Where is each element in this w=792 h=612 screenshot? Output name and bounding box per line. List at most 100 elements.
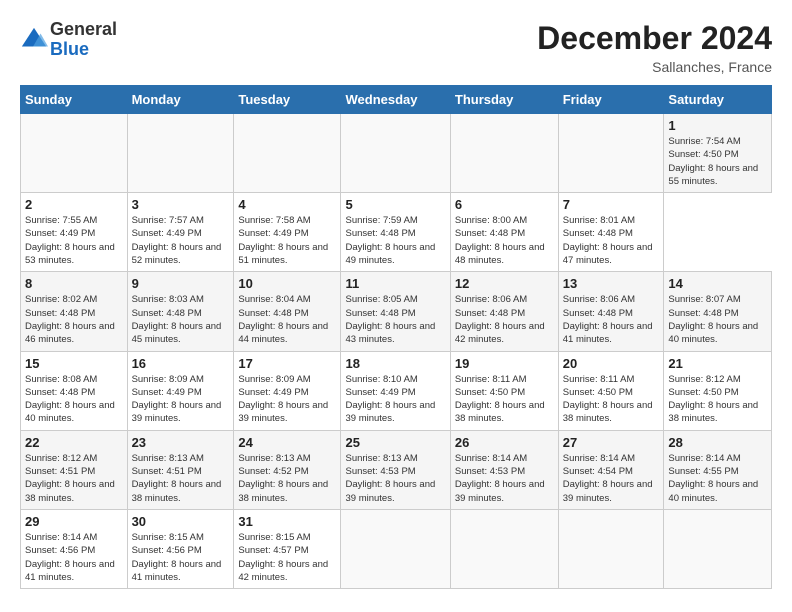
day-info: Sunrise: 7:55 AMSunset: 4:49 PMDaylight:… — [25, 214, 123, 267]
day-info: Sunrise: 8:06 AMSunset: 4:48 PMDaylight:… — [455, 293, 554, 346]
day-info: Sunrise: 8:14 AMSunset: 4:56 PMDaylight:… — [25, 531, 123, 584]
day-number: 31 — [238, 514, 336, 529]
day-info: Sunrise: 8:08 AMSunset: 4:48 PMDaylight:… — [25, 373, 123, 426]
day-info: Sunrise: 7:54 AMSunset: 4:50 PMDaylight:… — [668, 135, 767, 188]
logo-icon — [20, 26, 48, 54]
day-number: 2 — [25, 197, 123, 212]
calendar-day-cell: 15 Sunrise: 8:08 AMSunset: 4:48 PMDayligh… — [21, 351, 128, 430]
day-info: Sunrise: 7:58 AMSunset: 4:49 PMDaylight:… — [238, 214, 336, 267]
day-number: 14 — [668, 276, 767, 291]
day-info: Sunrise: 8:13 AMSunset: 4:51 PMDaylight:… — [132, 452, 230, 505]
calendar-header-row: SundayMondayTuesdayWednesdayThursdayFrid… — [21, 86, 772, 114]
day-info: Sunrise: 8:13 AMSunset: 4:53 PMDaylight:… — [345, 452, 445, 505]
day-of-week-header: Thursday — [450, 86, 558, 114]
calendar-day-cell: 19 Sunrise: 8:11 AMSunset: 4:50 PMDayligh… — [450, 351, 558, 430]
day-info: Sunrise: 8:01 AMSunset: 4:48 PMDaylight:… — [563, 214, 660, 267]
calendar-day-cell: 18 Sunrise: 8:10 AMSunset: 4:49 PMDayligh… — [341, 351, 450, 430]
day-of-week-header: Monday — [127, 86, 234, 114]
logo: General Blue — [20, 20, 117, 60]
day-info: Sunrise: 8:02 AMSunset: 4:48 PMDaylight:… — [25, 293, 123, 346]
calendar-day-cell: 24 Sunrise: 8:13 AMSunset: 4:52 PMDayligh… — [234, 430, 341, 509]
day-info: Sunrise: 8:15 AMSunset: 4:56 PMDaylight:… — [132, 531, 230, 584]
calendar-day-cell: 8Sunrise: 8:02 AMSunset: 4:48 PMDaylight… — [21, 272, 128, 351]
calendar-empty-cell — [558, 114, 664, 193]
day-info: Sunrise: 8:15 AMSunset: 4:57 PMDaylight:… — [238, 531, 336, 584]
calendar-empty-cell — [234, 114, 341, 193]
day-number: 11 — [345, 276, 445, 291]
day-number: 15 — [25, 356, 123, 371]
calendar-week-row: 8Sunrise: 8:02 AMSunset: 4:48 PMDaylight… — [21, 272, 772, 351]
calendar-day-cell: 16Sunrise: 8:09 AMSunset: 4:49 PMDayligh… — [127, 351, 234, 430]
day-number: 1 — [668, 118, 767, 133]
calendar-empty-cell — [664, 509, 772, 588]
day-info: Sunrise: 8:12 AMSunset: 4:51 PMDaylight:… — [25, 452, 123, 505]
calendar-week-row: 15 Sunrise: 8:08 AMSunset: 4:48 PMDayligh… — [21, 351, 772, 430]
day-info: Sunrise: 8:09 AMSunset: 4:49 PMDaylight:… — [132, 373, 230, 426]
day-info: Sunrise: 8:13 AMSunset: 4:52 PMDaylight:… — [238, 452, 336, 505]
day-number: 19 — [455, 356, 554, 371]
calendar-empty-cell — [450, 114, 558, 193]
calendar-day-cell: 4Sunrise: 7:58 AMSunset: 4:49 PMDaylight… — [234, 193, 341, 272]
day-info: Sunrise: 8:03 AMSunset: 4:48 PMDaylight:… — [132, 293, 230, 346]
day-info: Sunrise: 7:57 AMSunset: 4:49 PMDaylight:… — [132, 214, 230, 267]
day-of-week-header: Friday — [558, 86, 664, 114]
day-number: 10 — [238, 276, 336, 291]
calendar-empty-cell — [558, 509, 664, 588]
calendar-day-cell: 23 Sunrise: 8:13 AMSunset: 4:51 PMDayligh… — [127, 430, 234, 509]
day-number: 17 — [238, 356, 336, 371]
calendar-day-cell: 27Sunrise: 8:14 AMSunset: 4:54 PMDayligh… — [558, 430, 664, 509]
day-number: 6 — [455, 197, 554, 212]
calendar-week-row: 1 Sunrise: 7:54 AMSunset: 4:50 PMDaylight… — [21, 114, 772, 193]
title-block: December 2024 Sallanches, France — [537, 20, 772, 75]
logo-general: General — [50, 20, 117, 40]
day-info: Sunrise: 8:11 AMSunset: 4:50 PMDaylight:… — [563, 373, 660, 426]
day-number: 21 — [668, 356, 767, 371]
calendar-day-cell: 2 Sunrise: 7:55 AMSunset: 4:49 PMDaylight… — [21, 193, 128, 272]
day-number: 27 — [563, 435, 660, 450]
day-number: 24 — [238, 435, 336, 450]
calendar-day-cell: 28Sunrise: 8:14 AMSunset: 4:55 PMDayligh… — [664, 430, 772, 509]
day-of-week-header: Saturday — [664, 86, 772, 114]
logo-blue: Blue — [50, 40, 117, 60]
day-number: 12 — [455, 276, 554, 291]
calendar-day-cell: 1 Sunrise: 7:54 AMSunset: 4:50 PMDaylight… — [664, 114, 772, 193]
day-number: 7 — [563, 197, 660, 212]
calendar-day-cell: 17Sunrise: 8:09 AMSunset: 4:49 PMDayligh… — [234, 351, 341, 430]
day-info: Sunrise: 8:11 AMSunset: 4:50 PMDaylight:… — [455, 373, 554, 426]
calendar-week-row: 29Sunrise: 8:14 AMSunset: 4:56 PMDayligh… — [21, 509, 772, 588]
calendar-day-cell: 5 Sunrise: 7:59 AMSunset: 4:48 PMDaylight… — [341, 193, 450, 272]
day-info: Sunrise: 8:06 AMSunset: 4:48 PMDaylight:… — [563, 293, 660, 346]
day-info: Sunrise: 7:59 AMSunset: 4:48 PMDaylight:… — [345, 214, 445, 267]
calendar-day-cell: 30 Sunrise: 8:15 AMSunset: 4:56 PMDayligh… — [127, 509, 234, 588]
logo-text: General Blue — [50, 20, 117, 60]
calendar-day-cell: 14 Sunrise: 8:07 AMSunset: 4:48 PMDayligh… — [664, 272, 772, 351]
calendar-empty-cell — [21, 114, 128, 193]
day-number: 30 — [132, 514, 230, 529]
day-number: 26 — [455, 435, 554, 450]
calendar-day-cell: 7 Sunrise: 8:01 AMSunset: 4:48 PMDaylight… — [558, 193, 664, 272]
day-of-week-header: Sunday — [21, 86, 128, 114]
day-number: 20 — [563, 356, 660, 371]
month-title: December 2024 — [537, 20, 772, 57]
location: Sallanches, France — [537, 59, 772, 75]
calendar-week-row: 2 Sunrise: 7:55 AMSunset: 4:49 PMDaylight… — [21, 193, 772, 272]
day-info: Sunrise: 8:05 AMSunset: 4:48 PMDaylight:… — [345, 293, 445, 346]
day-info: Sunrise: 8:00 AMSunset: 4:48 PMDaylight:… — [455, 214, 554, 267]
calendar-empty-cell — [127, 114, 234, 193]
day-info: Sunrise: 8:10 AMSunset: 4:49 PMDaylight:… — [345, 373, 445, 426]
day-of-week-header: Tuesday — [234, 86, 341, 114]
day-number: 22 — [25, 435, 123, 450]
calendar-day-cell: 22 Sunrise: 8:12 AMSunset: 4:51 PMDayligh… — [21, 430, 128, 509]
calendar-day-cell: 6 Sunrise: 8:00 AMSunset: 4:48 PMDaylight… — [450, 193, 558, 272]
day-info: Sunrise: 8:07 AMSunset: 4:48 PMDaylight:… — [668, 293, 767, 346]
day-number: 25 — [345, 435, 445, 450]
day-number: 5 — [345, 197, 445, 212]
page-header: General Blue December 2024 Sallanches, F… — [20, 20, 772, 75]
day-number: 18 — [345, 356, 445, 371]
calendar-day-cell: 26Sunrise: 8:14 AMSunset: 4:53 PMDayligh… — [450, 430, 558, 509]
day-number: 3 — [132, 197, 230, 212]
calendar-empty-cell — [450, 509, 558, 588]
day-number: 28 — [668, 435, 767, 450]
calendar-day-cell: 21Sunrise: 8:12 AMSunset: 4:50 PMDayligh… — [664, 351, 772, 430]
day-number: 23 — [132, 435, 230, 450]
